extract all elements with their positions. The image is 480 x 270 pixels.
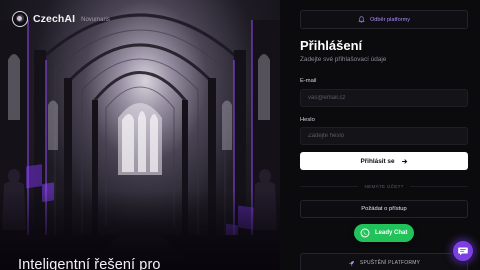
page-subtitle: Zadejte své přihlašovací údaje: [300, 56, 387, 63]
subscribe-button[interactable]: Odběr platformy: [300, 10, 468, 29]
brand-name: CzechAI: [33, 13, 76, 25]
whatsapp-icon: [360, 228, 370, 238]
leady-chat-button[interactable]: Leady Chat: [354, 224, 414, 242]
login-button[interactable]: Přihlásit se: [300, 152, 468, 170]
page-title: Přihlášení: [300, 38, 363, 53]
login-button-label: Přihlásit se: [360, 157, 395, 165]
launch-platform-button[interactable]: SPUŠTĚNÍ PLATFORMY: [300, 253, 468, 270]
subscribe-button-label: Odběr platformy: [369, 16, 411, 23]
password-field[interactable]: [300, 127, 468, 145]
bell-icon: [358, 16, 365, 23]
divider: NEMÁTE ÚČET?: [300, 184, 469, 189]
chat-bubble-icon: [458, 247, 468, 256]
email-label: E-mail: [300, 78, 317, 84]
password-label: Heslo: [300, 117, 315, 123]
leady-chat-label: Leady Chat: [375, 230, 408, 236]
brand[interactable]: CzechAI Novumaris: [12, 11, 110, 27]
hero-section: CzechAI Novumaris Inteligentní řešení pr…: [0, 0, 280, 270]
launch-platform-label: SPUŠTĚNÍ PLATFORMY: [359, 260, 421, 266]
email-field[interactable]: [300, 89, 468, 107]
hero-headline: Inteligentní řešení pro: [18, 257, 161, 270]
divider-text: NEMÁTE ÚČET?: [364, 184, 404, 189]
arrow-right-icon: [401, 158, 407, 164]
divider-line-left: [300, 186, 359, 187]
request-access-button[interactable]: Požádat o přístup: [300, 200, 468, 218]
rocket-icon: [348, 260, 354, 266]
brand-tagline: Novumaris: [81, 17, 110, 23]
brand-logo-icon: [12, 11, 28, 27]
chat-fab-button[interactable]: [451, 239, 475, 263]
divider-line-right: [409, 186, 469, 187]
request-access-label: Požádat o přístup: [361, 206, 407, 212]
